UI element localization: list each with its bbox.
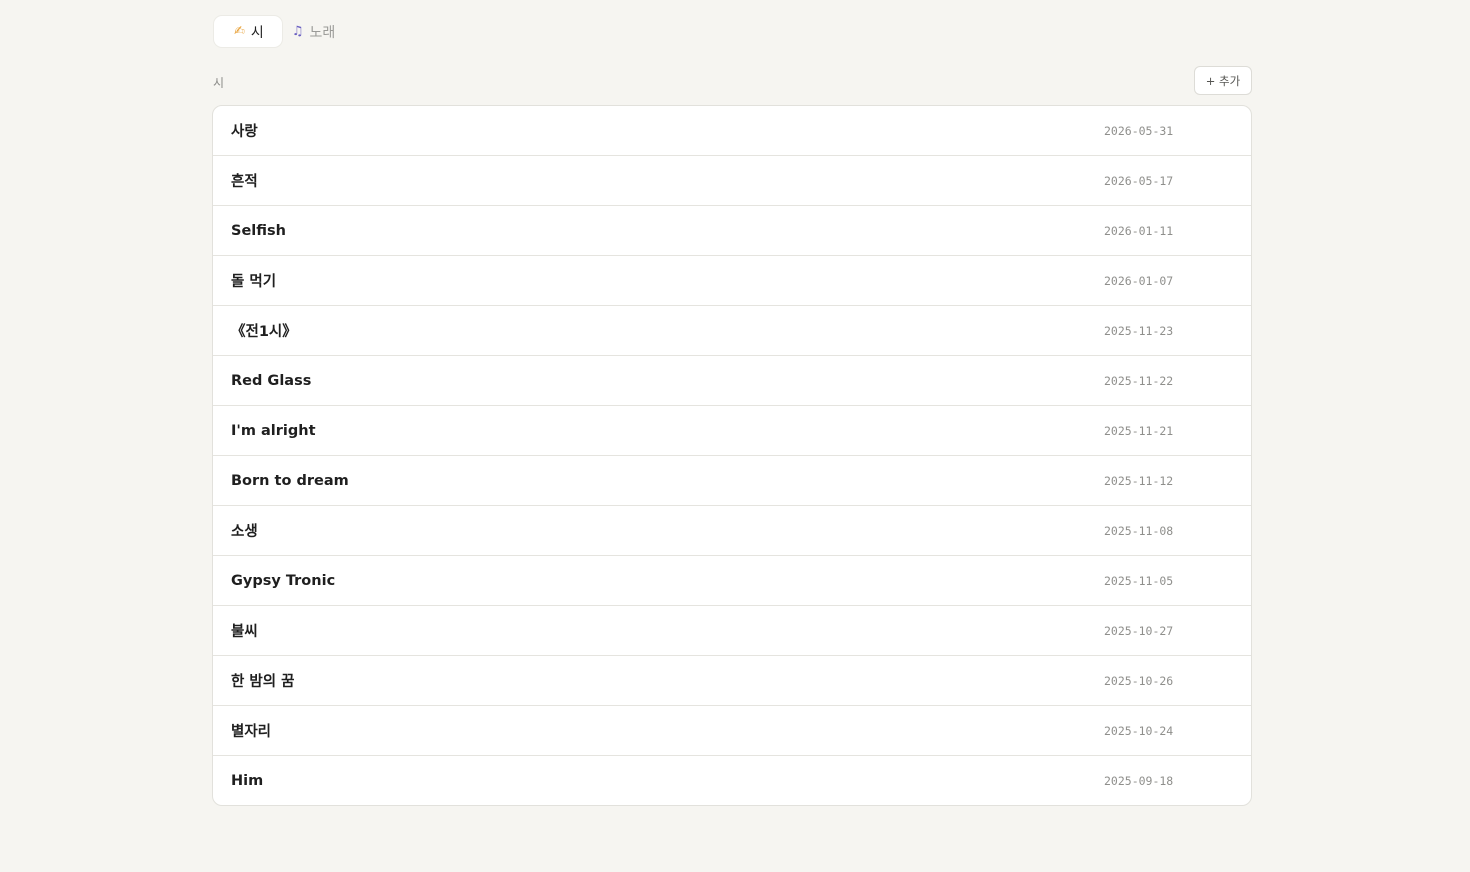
item-title: Red Glass: [231, 372, 312, 389]
item-title: Selfish: [231, 222, 286, 239]
list-item[interactable]: Born to dream 2025-11-12: [213, 456, 1251, 506]
list-item[interactable]: 한 밤의 꿈 2025-10-26: [213, 656, 1251, 706]
list-item[interactable]: 돌 먹기 2026-01-07: [213, 256, 1251, 306]
item-date: 2026-05-31: [1104, 123, 1174, 138]
item-date: 2025-11-05: [1104, 573, 1174, 588]
item-date: 2025-10-27: [1104, 623, 1174, 638]
list-item[interactable]: 《전1시》 2025-11-23: [213, 306, 1251, 356]
item-title: I'm alright: [231, 422, 316, 439]
item-date: 2025-10-26: [1104, 673, 1174, 688]
item-date: 2026-05-17: [1104, 173, 1174, 188]
item-date: 2025-09-18: [1104, 773, 1174, 788]
item-title: 흔적: [231, 174, 258, 190]
list-item[interactable]: 별자리 2025-10-24: [213, 706, 1251, 756]
item-date: 2025-11-12: [1104, 473, 1174, 488]
item-title: 불씨: [231, 624, 258, 640]
tab-bar: ✍ 시 ♫ 노래: [214, 16, 353, 47]
item-date: 2026-01-07: [1104, 273, 1174, 288]
item-date: 2025-11-22: [1104, 373, 1174, 388]
item-date: 2025-10-24: [1104, 723, 1174, 738]
item-title: 《전1시》: [231, 324, 297, 340]
page: ✍ 시 ♫ 노래 시 + 추가 사랑 2026-05-31 흔적 2026-05-17…: [0, 0, 1470, 872]
list-item[interactable]: 흔적 2026-05-17: [213, 156, 1251, 206]
list-item[interactable]: Red Glass 2025-11-22: [213, 356, 1251, 406]
tab-poems-label: 시: [250, 24, 264, 41]
list-item[interactable]: 사랑 2026-05-31: [213, 106, 1251, 156]
list-item[interactable]: Him 2025-09-18: [213, 756, 1251, 805]
poem-list: 사랑 2026-05-31 흔적 2026-05-17 Selfish 2026-01-1…: [212, 105, 1252, 806]
list-item[interactable]: I'm alright 2025-11-21: [213, 406, 1251, 456]
item-date: 2025-11-23: [1104, 323, 1174, 338]
list-item[interactable]: Gypsy Tronic 2025-11-05: [213, 556, 1251, 606]
item-date: 2026-01-11: [1104, 223, 1174, 238]
tab-songs-label: 노래: [309, 24, 336, 41]
add-button[interactable]: + 추가: [1194, 66, 1252, 95]
item-title: Born to dream: [231, 472, 349, 489]
writing-hand-icon: ✍: [234, 24, 245, 39]
item-title: Gypsy Tronic: [231, 572, 336, 589]
list-item[interactable]: 불씨 2025-10-27: [213, 606, 1251, 656]
item-title: 소생: [231, 524, 258, 540]
item-title: 한 밤의 꿈: [231, 674, 295, 690]
tab-poems[interactable]: ✍ 시: [214, 16, 282, 47]
section-label: 시: [213, 76, 225, 90]
item-title: 별자리: [231, 724, 272, 740]
item-date: 2025-11-21: [1104, 423, 1174, 438]
item-date: 2025-11-08: [1104, 523, 1174, 538]
list-item[interactable]: 소생 2025-11-08: [213, 506, 1251, 556]
item-title: 돌 먹기: [231, 274, 277, 290]
music-note-icon: ♫: [291, 24, 304, 39]
tab-songs[interactable]: ♫ 노래: [288, 16, 353, 47]
list-item[interactable]: Selfish 2026-01-11: [213, 206, 1251, 256]
item-title: Him: [231, 772, 264, 789]
item-title: 사랑: [231, 124, 258, 140]
